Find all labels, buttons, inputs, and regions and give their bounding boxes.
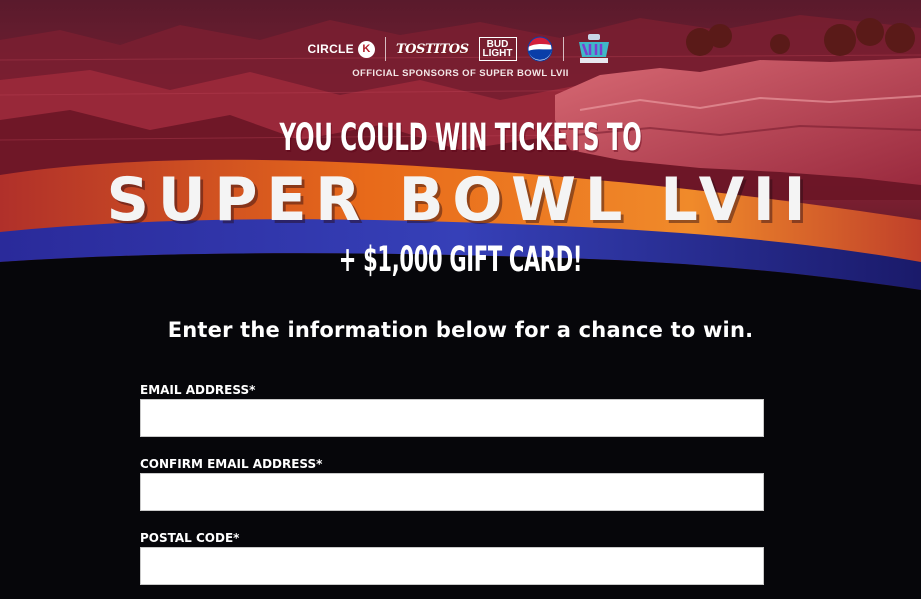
super-bowl-lvii-logo-icon: [578, 34, 609, 63]
sponsor-logos: CIRCLE K TOSTITOS BUD LIGHT: [0, 34, 921, 64]
confirm-email-label: CONFIRM EMAIL ADDRESS*: [140, 457, 323, 471]
pepsi-logo-icon: [527, 36, 552, 62]
headline-line1: YOU COULD WIN TICKETS TO: [279, 116, 642, 159]
email-label: EMAIL ADDRESS*: [140, 383, 256, 397]
logo-divider: [562, 37, 564, 61]
hero-banner: CIRCLE K TOSTITOS BUD LIGHT OFFICIAL SPO…: [0, 0, 921, 330]
bud-light-line2: LIGHT: [482, 48, 513, 59]
postal-code-label: POSTAL CODE*: [140, 531, 240, 545]
headline-super-bowl: SUPER BOWL LVII: [106, 165, 815, 235]
circle-k-wordmark: CIRCLE: [307, 42, 354, 56]
confirm-email-input[interactable]: [140, 473, 764, 511]
email-input[interactable]: [140, 399, 764, 437]
headline-gift-card: + $1,000 GIFT CARD!: [338, 240, 583, 280]
tostitos-logo: TOSTITOS: [395, 41, 469, 57]
bud-light-logo: BUD LIGHT: [478, 37, 517, 61]
form-intro: Enter the information below for a chance…: [167, 318, 754, 342]
postal-code-input[interactable]: [140, 547, 764, 585]
circle-k-mark: K: [357, 40, 375, 58]
logo-divider: [384, 37, 386, 61]
circle-k-logo: CIRCLE K: [307, 40, 375, 58]
sponsor-caption: OFFICIAL SPONSORS OF SUPER BOWL LVII: [352, 68, 569, 79]
